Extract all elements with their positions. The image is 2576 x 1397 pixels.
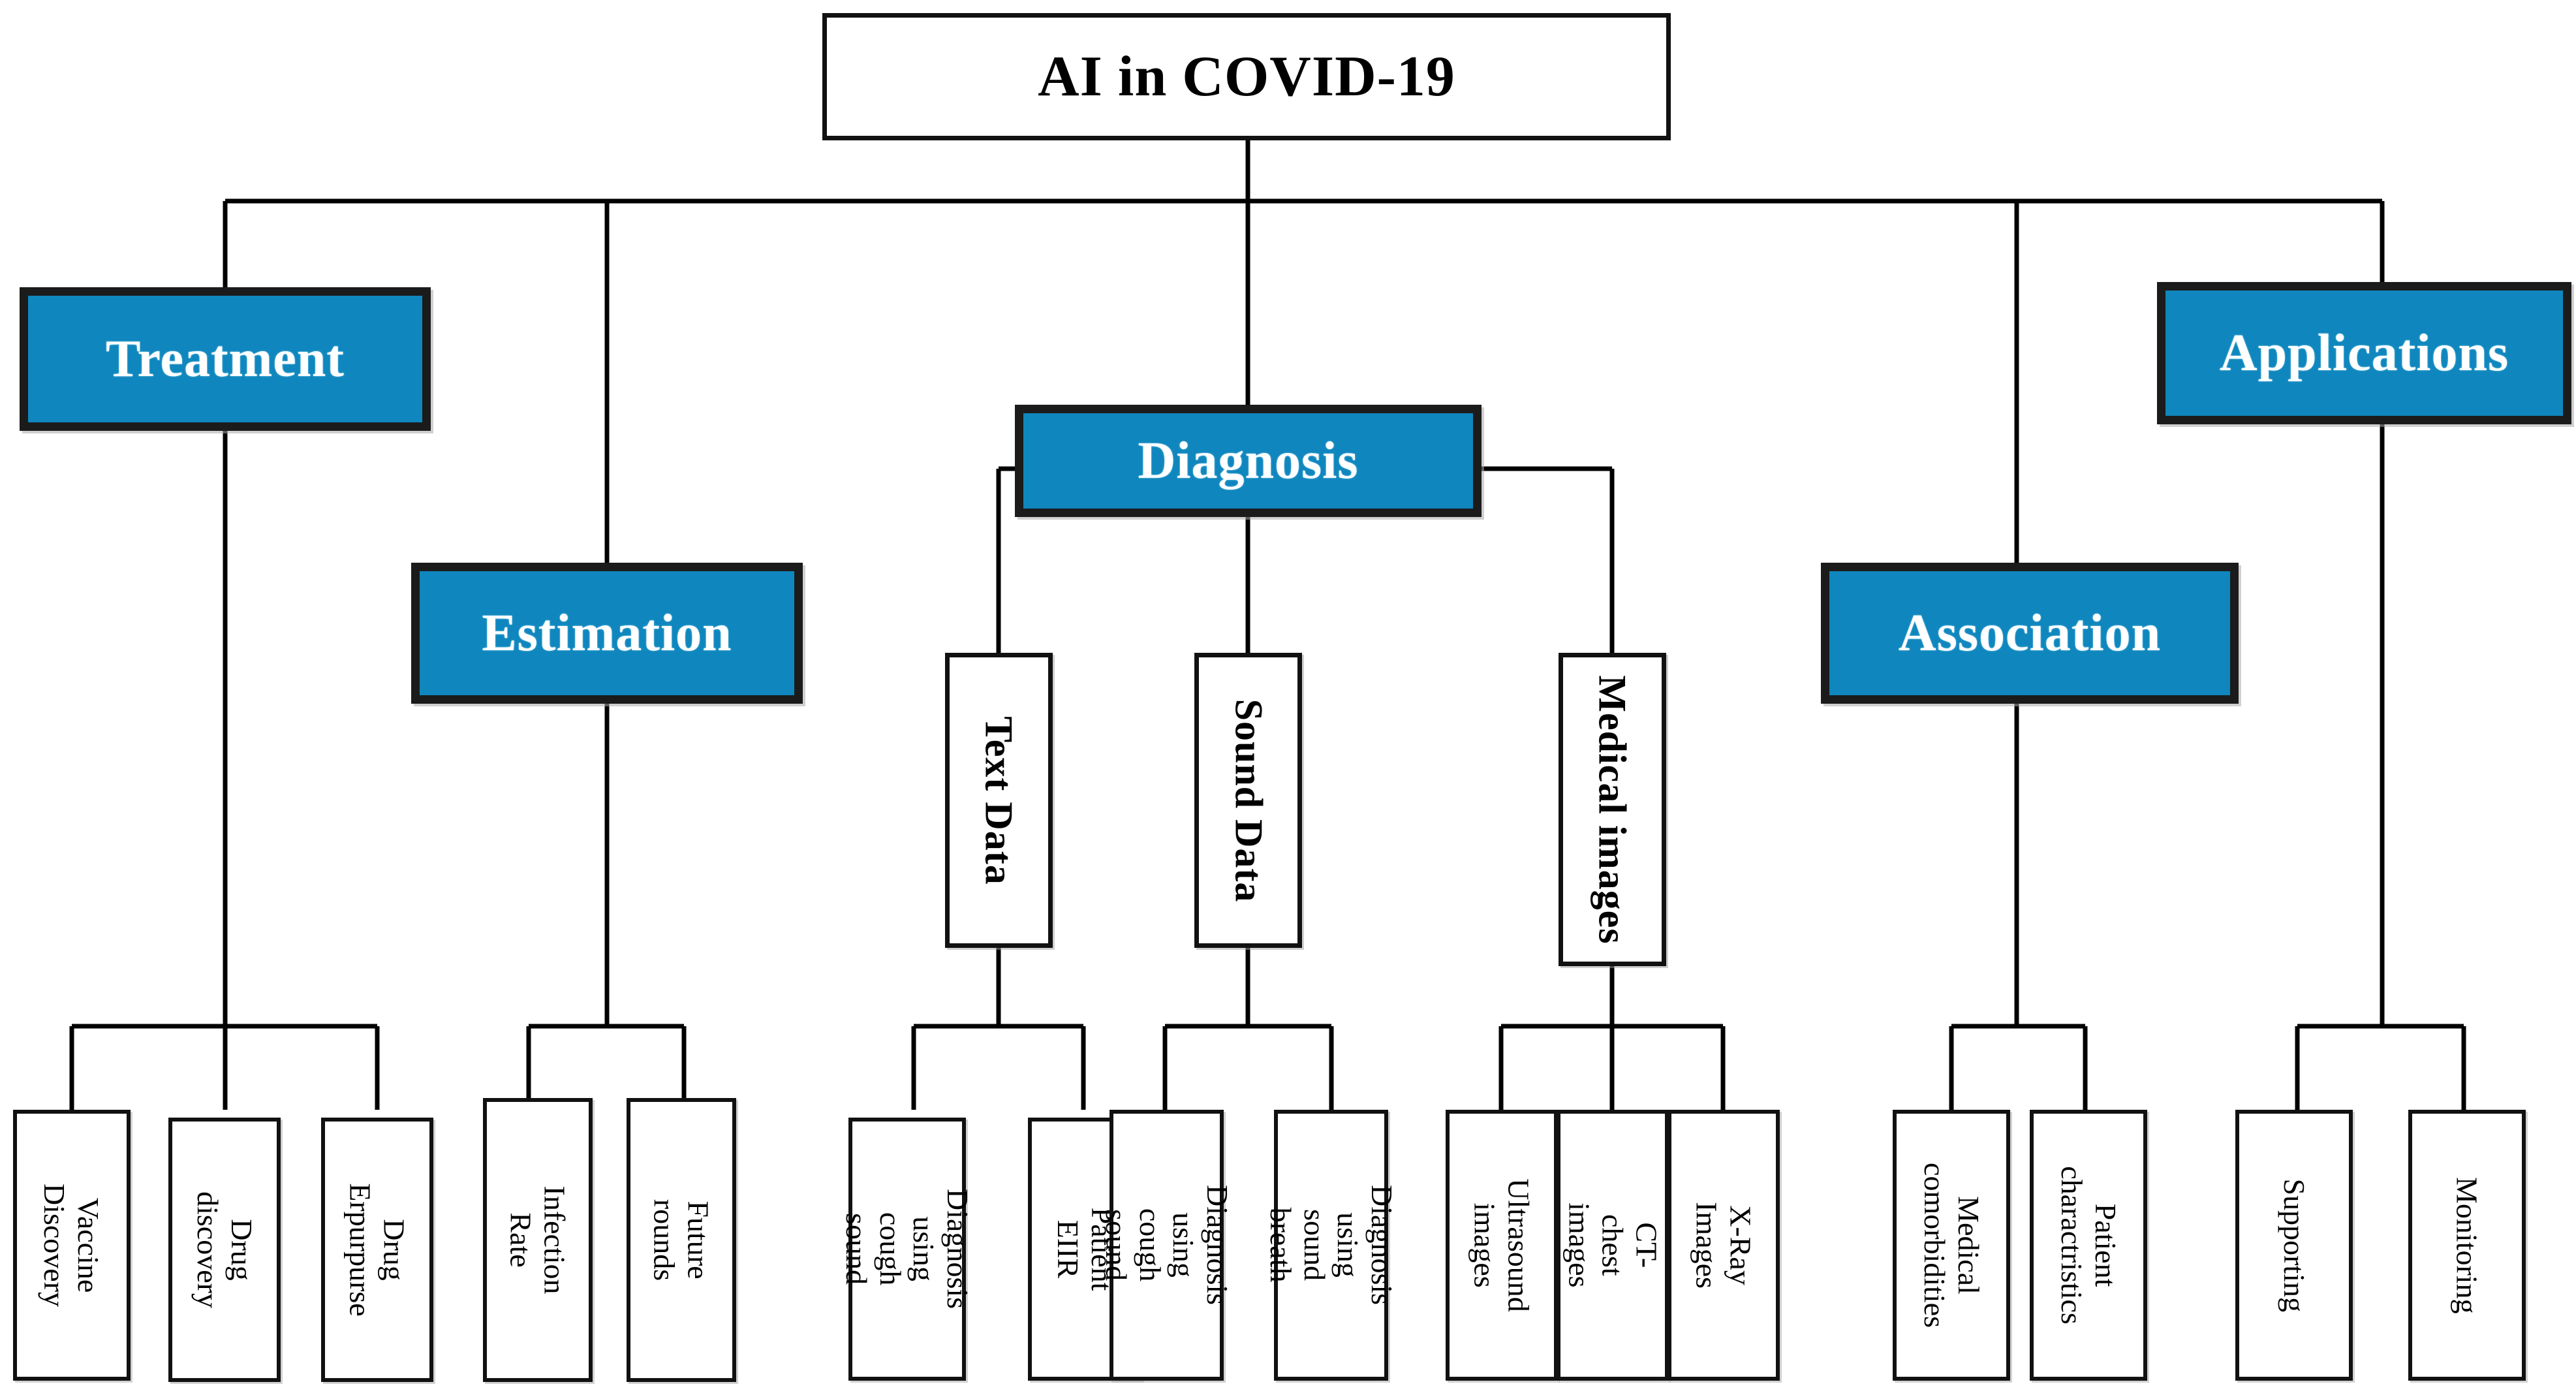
leaf-xray-images[interactable]: X-Ray Images	[1668, 1110, 1780, 1381]
leaf-supporting-label: Supporting	[2277, 1178, 2311, 1312]
leaf-monitoring-label: Monitoring	[2450, 1176, 2484, 1314]
leaf-medical-comorbidities-label: Medical comorbidities	[1918, 1163, 1985, 1328]
diagnosis-cough-text-wrap: Diagnosis using cough sound	[840, 1122, 974, 1377]
diagnosis-sound-breath-text-wrap: Diagnosis using sound breath	[1264, 1114, 1399, 1377]
leaf-vaccine-discovery[interactable]: Vaccine Discovery	[13, 1110, 131, 1381]
mid-node-medical-images[interactable]: Medical images	[1559, 653, 1666, 966]
mid-node-sound-data[interactable]: Sound Data	[1194, 653, 1302, 948]
leaf-ultrasound-images[interactable]: Ultrasound images	[1446, 1110, 1558, 1381]
drug-erpurpurse-text-wrap: Drug Erpurpurse	[325, 1122, 429, 1378]
leaf-vaccine-discovery-label: Vaccine Discovery	[39, 1183, 106, 1308]
category-association-label: Association	[1898, 604, 2162, 662]
leaf-diagnosis-cough-sound[interactable]: Diagnosis using cough sound	[1100, 1110, 1234, 1381]
leaf-ct-chest-images-label: CT-chest images	[1562, 1202, 1664, 1288]
leaf-future-rounds[interactable]: Future rounds	[627, 1098, 736, 1382]
ct-chest-images-text-wrap: CT-chest images	[1560, 1114, 1665, 1377]
drug-discovery-text-wrap: Drug discovery	[172, 1122, 277, 1378]
leaf-drug-erpurpurse[interactable]: Drug Erpurpurse	[321, 1118, 433, 1382]
mid-node-text-data[interactable]: Text Data	[945, 653, 1053, 948]
diagnosis-cough-sound-text-wrap: Diagnosis using cough sound	[1100, 1114, 1234, 1377]
leaf-diagnosis-sound-breath-label: Diagnosis using sound breath	[1264, 1185, 1399, 1306]
future-rounds-text-wrap: Future rounds	[630, 1102, 732, 1378]
patient-charactristics-text-wrap: Patient charactristics	[2034, 1114, 2143, 1377]
leaf-patient-charactristics[interactable]: Patient charactristics	[2030, 1110, 2147, 1381]
mid-node-text-data-label: Text Data	[978, 715, 1021, 885]
leaf-monitoring[interactable]: Monitoring	[2408, 1110, 2526, 1381]
leaf-diagnosis-sound-breath[interactable]: Diagnosis using sound breath	[1264, 1110, 1399, 1381]
text-data-text-wrap: Text Data	[950, 657, 1048, 943]
mid-node-sound-data-label: Sound Data	[1227, 698, 1271, 902]
leaf-patient-charactristics-label: Patient charactristics	[2055, 1166, 2122, 1325]
medical-comorbidities-text-wrap: Medical comorbidities	[1897, 1114, 2006, 1377]
supporting-text-wrap: Supporting	[2239, 1114, 2349, 1377]
leaf-medical-comorbidities[interactable]: Medical comorbidities	[1893, 1110, 2010, 1381]
leaf-ct-chest-images[interactable]: CT-chest images	[1557, 1110, 1669, 1381]
root-label: AI in COVID-19	[1038, 45, 1455, 108]
root-node[interactable]: AI in COVID-19	[822, 13, 1671, 140]
mid-node-medical-images-label: Medical images	[1591, 674, 1635, 945]
infection-rate-text-wrap: Infection Rate	[487, 1102, 589, 1378]
leaf-xray-images-label: X-Ray Images	[1690, 1202, 1758, 1289]
leaf-infection-rate-label: Infection Rate	[504, 1185, 572, 1295]
category-diagnosis-label: Diagnosis	[1138, 432, 1359, 490]
leaf-ultrasound-images-label: Ultrasound images	[1468, 1178, 1536, 1312]
leaf-infection-rate[interactable]: Infection Rate	[483, 1098, 593, 1382]
leaf-diagnosis-cough-text-label: Diagnosis using cough sound	[840, 1189, 975, 1310]
leaf-future-rounds-label: Future rounds	[648, 1199, 715, 1281]
category-estimation[interactable]: Estimation	[411, 563, 803, 704]
leaf-drug-discovery-label: Drug discovery	[191, 1191, 258, 1308]
category-treatment-label: Treatment	[106, 330, 345, 388]
category-association[interactable]: Association	[1821, 563, 2239, 704]
diagram-canvas: AI in COVID-19 Treatment Estimation Diag…	[0, 0, 2576, 1397]
leaf-drug-discovery[interactable]: Drug discovery	[168, 1118, 281, 1382]
category-applications[interactable]: Applications	[2157, 282, 2571, 424]
category-treatment[interactable]: Treatment	[20, 287, 431, 431]
sound-data-text-wrap: Sound Data	[1199, 657, 1297, 943]
leaf-drug-erpurpurse-label: Drug Erpurpurse	[344, 1183, 411, 1317]
ultrasound-images-text-wrap: Ultrasound images	[1450, 1114, 1554, 1377]
medical-images-text-wrap: Medical images	[1563, 657, 1662, 962]
category-diagnosis[interactable]: Diagnosis	[1015, 405, 1482, 517]
leaf-supporting[interactable]: Supporting	[2235, 1110, 2353, 1381]
category-estimation-label: Estimation	[482, 604, 732, 662]
category-applications-label: Applications	[2219, 324, 2509, 382]
xray-images-text-wrap: X-Ray Images	[1671, 1114, 1776, 1377]
leaf-diagnosis-cough-text[interactable]: Diagnosis using cough sound	[840, 1118, 974, 1381]
monitoring-text-wrap: Monitoring	[2412, 1114, 2522, 1377]
vaccine-discovery-text-wrap: Vaccine Discovery	[17, 1114, 127, 1377]
leaf-diagnosis-cough-sound-label: Diagnosis using cough sound	[1099, 1185, 1234, 1306]
